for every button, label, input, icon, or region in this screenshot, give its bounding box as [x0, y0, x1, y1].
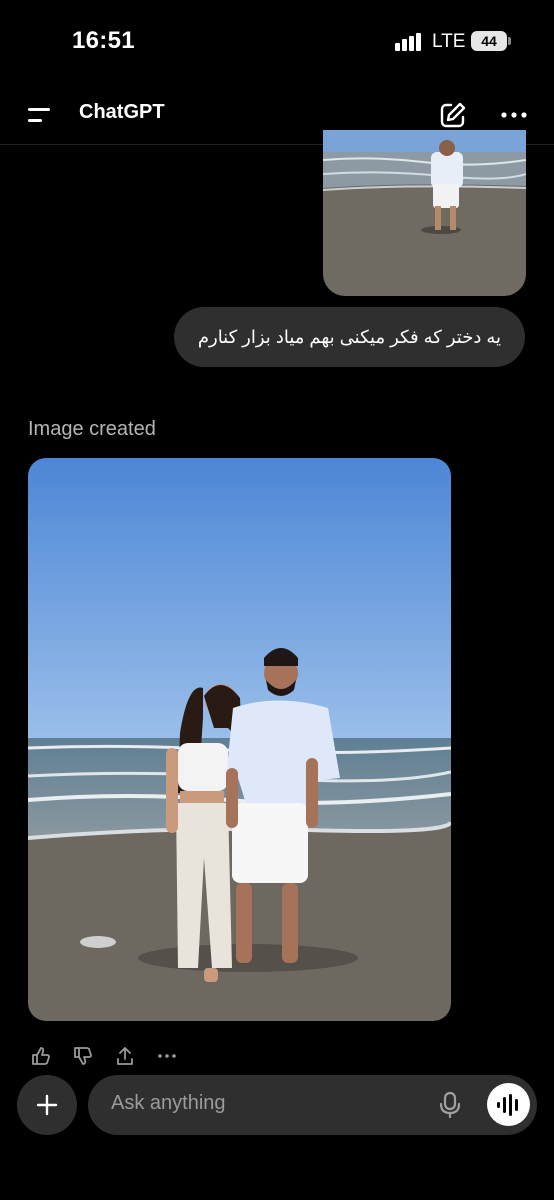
image-created-label: Image created	[28, 418, 156, 440]
new-chat-icon[interactable]	[438, 100, 468, 130]
battery-icon: 44	[471, 31, 507, 51]
voice-mode-button[interactable]	[487, 1083, 530, 1126]
add-attachment-button[interactable]	[17, 1075, 77, 1135]
app-title[interactable]: ChatGPT	[79, 101, 165, 124]
thumbs-up-icon[interactable]	[30, 1045, 52, 1067]
network-type: LTE	[432, 31, 466, 52]
plus-icon	[36, 1094, 58, 1116]
user-message-bubble: یه دختر که فکر میکنی بهم میاد بزار کنارم	[173, 307, 525, 367]
signal-strength-icon	[395, 33, 421, 51]
beach-photo-man	[323, 130, 526, 296]
share-icon[interactable]	[114, 1045, 136, 1067]
user-message-text: یه دختر که فکر میکنی بهم میاد بزار کنارم	[197, 326, 501, 347]
generated-image[interactable]	[28, 458, 451, 1021]
message-input-placeholder[interactable]: Ask anything	[111, 1092, 226, 1115]
beach-photo-couple	[28, 458, 451, 1021]
message-actions	[30, 1044, 178, 1068]
thumbs-down-icon[interactable]	[72, 1045, 94, 1067]
user-uploaded-image[interactable]	[323, 130, 526, 296]
sidebar-menu-icon[interactable]	[24, 104, 56, 128]
more-actions-icon[interactable]	[156, 1045, 178, 1067]
battery-tip	[508, 37, 511, 45]
voice-waveform-icon	[496, 1093, 518, 1116]
microphone-icon[interactable]	[438, 1091, 462, 1119]
more-options-icon[interactable]	[498, 100, 530, 130]
status-time: 16:51	[72, 27, 135, 54]
